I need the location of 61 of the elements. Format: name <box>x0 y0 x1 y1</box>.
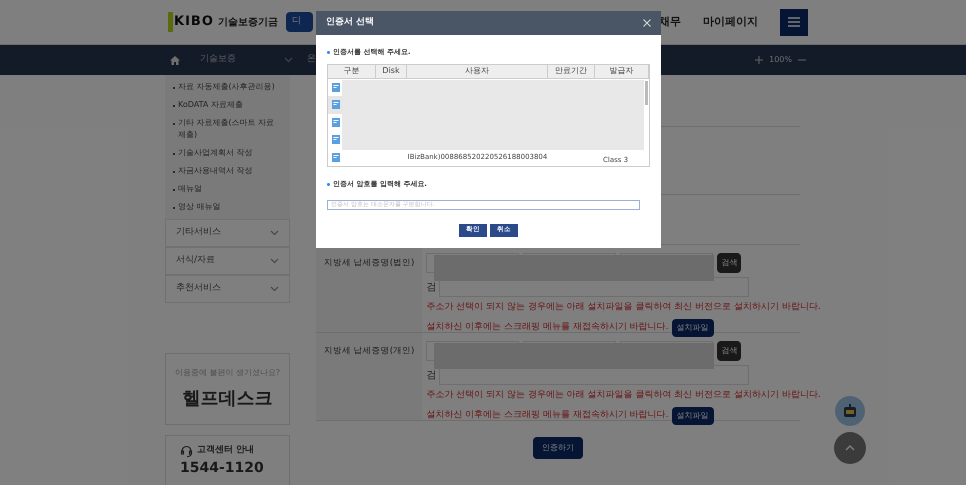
robot-icon <box>842 404 858 418</box>
headset-icon <box>180 444 193 457</box>
submenu-item[interactable]: KoDATA 자료제출 <box>178 99 243 111</box>
menu-icon <box>788 17 800 27</box>
scroll-top-button[interactable] <box>834 432 866 464</box>
column-header: 사용자 <box>407 64 548 78</box>
column-header: Disk <box>376 64 407 78</box>
authenticate-button[interactable]: 인증하기 <box>533 437 583 459</box>
chevron-up-icon <box>845 445 855 451</box>
notice-text: 주소가 선택이 되지 않는 경우에는 아래 설치파일을 클릭하여 최신 버전으로 설치하시기 바랍니다. <box>426 301 821 314</box>
bullet-icon <box>327 182 330 186</box>
column-header: 만료기간 <box>548 64 595 78</box>
zoom-in-icon[interactable] <box>755 56 764 64</box>
notice-text: 설치하신 이후에는 스크래핑 메뉴를 재접속하시기 바랍니다. <box>426 408 669 422</box>
column-header: 발급자 <box>595 64 649 78</box>
column-header: 구분 <box>328 64 376 78</box>
sidebar-section[interactable]: 추천서비스 <box>165 275 290 303</box>
search-button[interactable]: 검색 <box>717 341 742 361</box>
breadcrumb-item[interactable]: 기술보증 <box>200 53 284 67</box>
certificate-icon <box>332 118 340 127</box>
search-button[interactable]: 검색 <box>717 253 742 273</box>
field-label: 검 <box>426 280 436 294</box>
nav-link[interactable]: 마이페이지 <box>703 14 758 30</box>
close-icon[interactable] <box>643 19 651 27</box>
install-file-button[interactable]: 설치파일 <box>672 318 714 336</box>
certificate-icon <box>332 100 340 110</box>
submenu-item[interactable]: 매뉴얼 <box>178 183 202 195</box>
zoom-level: 100% <box>769 54 792 66</box>
row-label-cell: 지방세 납세증명(법인) <box>316 245 422 332</box>
submenu-item[interactable]: 자료 자동제출(사후관리용) <box>178 81 275 93</box>
bullet-icon <box>327 50 330 54</box>
dialog-title: 인증서 선택 <box>326 16 374 30</box>
chevron-down-icon <box>270 258 279 264</box>
notice-text: 주소가 선택이 되지 않는 경우에는 아래 설치파일을 클릭하여 최신 버전으로 설치하시기 바랍니다. <box>426 389 821 402</box>
sidebar-section[interactable]: 기타서비스 <box>165 219 290 247</box>
scrollbar[interactable] <box>645 80 648 104</box>
logo[interactable]: KIBO <box>168 12 214 32</box>
breadcrumb-item[interactable]: 온 <box>307 53 316 67</box>
badge[interactable]: 디 <box>286 12 313 32</box>
sidebar-section[interactable]: 서식/자료 <box>165 247 290 275</box>
contact-title: 고객센터 안내 <box>197 444 254 457</box>
row-label-cell: 지방세 납세증명(개인) <box>316 333 422 420</box>
certificate-icon <box>332 152 340 162</box>
chevron-down-icon <box>270 286 279 292</box>
certificate-icon <box>332 82 340 92</box>
phone-number: 1544-1120 <box>180 460 265 476</box>
organization-name: 기술보증기금 <box>218 16 278 30</box>
helpdesk-title: 헬프데스크 <box>182 386 272 410</box>
field-label: 검 <box>426 368 436 382</box>
submenu-item[interactable]: 기타 자료제출(스마트 자료제출) <box>178 117 282 141</box>
chevron-down-icon <box>284 57 293 63</box>
chatbot-button[interactable] <box>835 396 865 426</box>
submenu-item[interactable]: 자금사용내역서 작성 <box>178 165 253 177</box>
submenu-item[interactable]: 기술사업계획서 작성 <box>178 147 253 159</box>
install-file-button[interactable]: 설치파일 <box>672 406 714 424</box>
certificate-icon <box>332 135 340 144</box>
menu-button[interactable] <box>780 8 808 36</box>
home-icon[interactable] <box>170 56 180 64</box>
chevron-down-icon <box>270 230 279 236</box>
submenu-item[interactable]: 영상 매뉴얼 <box>178 201 221 213</box>
notice-text: 설치하신 이후에는 스크래핑 메뉴를 재접속하시기 바랍니다. <box>426 320 669 334</box>
